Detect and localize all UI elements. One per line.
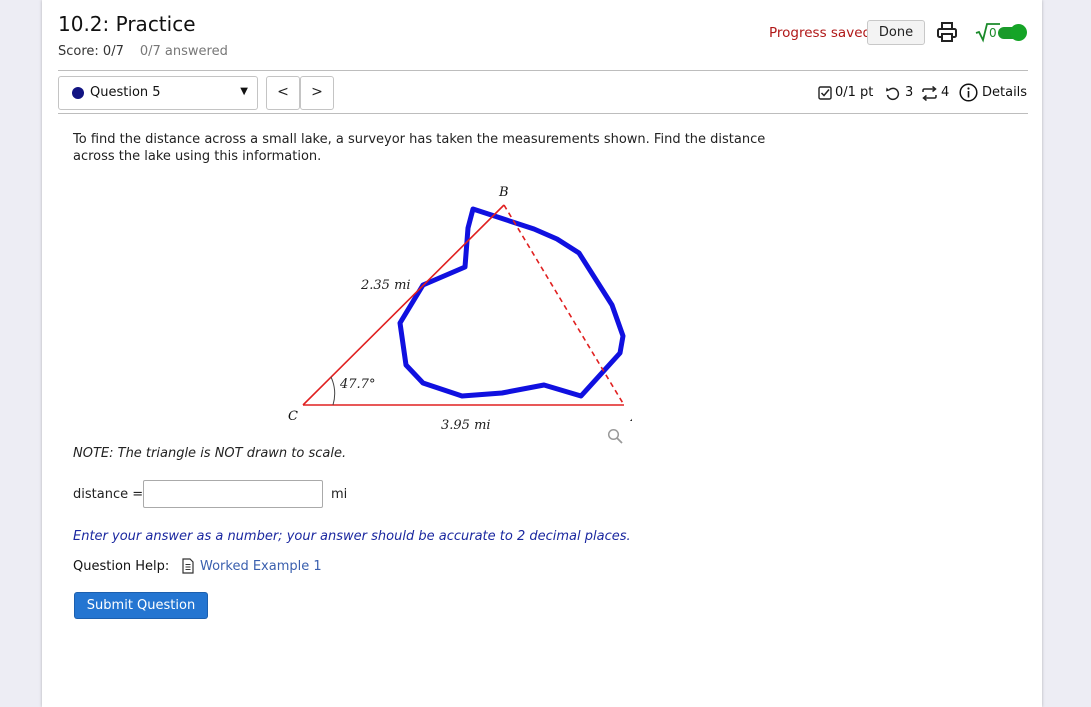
svg-text:0: 0: [989, 26, 997, 40]
vertex-b-label: B: [498, 185, 509, 200]
checkbox-icon: [818, 86, 832, 100]
question-select[interactable]: Question 5 ▼: [58, 76, 258, 110]
next-question-button[interactable]: >: [300, 76, 334, 110]
answered-count: 0/7 answered: [139, 44, 228, 59]
lake-outline: [397, 206, 626, 399]
printer-icon[interactable]: [936, 21, 958, 43]
angle-c-label: 47.7°: [339, 377, 375, 392]
side-cb-label: 2.35 mi: [360, 278, 411, 293]
divider: [58, 70, 1028, 71]
undo-icon: [886, 87, 900, 101]
info-icon[interactable]: [959, 83, 978, 102]
details-link[interactable]: Details: [982, 85, 1027, 100]
scale-note: NOTE: The triangle is NOT drawn to scale…: [73, 446, 347, 461]
progress-status: Progress saved: [769, 25, 872, 41]
chevron-down-icon: ▼: [240, 86, 248, 97]
vertex-c-label: C: [288, 409, 298, 424]
question-prompt: To find the distance across a small lake…: [73, 132, 766, 164]
zoom-icon[interactable]: [607, 428, 623, 444]
question-help-label: Question Help:: [73, 559, 170, 574]
side-cb: [302, 204, 505, 406]
retries-count: 4: [941, 85, 950, 100]
submit-question-button[interactable]: Submit Question: [75, 593, 207, 618]
score-text: Score: 0/7: [58, 44, 124, 59]
previous-question-button[interactable]: <: [266, 76, 300, 110]
toggle-switch[interactable]: [998, 24, 1027, 41]
status-dot-icon: [72, 87, 84, 99]
toggle-knob: [1010, 24, 1027, 41]
score-line: Score: 0/7 0/7 answered: [58, 44, 228, 59]
tries-remaining: 3: [905, 85, 914, 100]
done-button[interactable]: Done: [867, 20, 925, 45]
worked-example-link[interactable]: Worked Example 1: [200, 559, 322, 574]
question-select-label: Question 5: [90, 85, 161, 100]
answer-instruction: Enter your answer as a number; your answ…: [73, 529, 631, 544]
document-icon: [182, 558, 194, 574]
side-ca-label: 3.95 mi: [441, 418, 491, 433]
vertex-a-label: A: [630, 410, 632, 425]
points-text: 0/1 pt: [835, 85, 874, 100]
page-title: 10.2: Practice: [58, 12, 196, 36]
side-ab-dashed: [503, 204, 625, 406]
distance-input[interactable]: [143, 480, 323, 508]
assignment-page: 10.2: Practice Score: 0/7 0/7 answered Pr…: [42, 0, 1042, 707]
divider: [58, 113, 1028, 114]
retry-icon: [922, 86, 937, 101]
distance-label: distance =: [73, 487, 144, 502]
unit-label: mi: [331, 487, 348, 502]
angle-arc: [330, 376, 336, 406]
lake-triangle-diagram: B C A 2.35 mi 3.95 mi 47.7°: [288, 185, 632, 433]
